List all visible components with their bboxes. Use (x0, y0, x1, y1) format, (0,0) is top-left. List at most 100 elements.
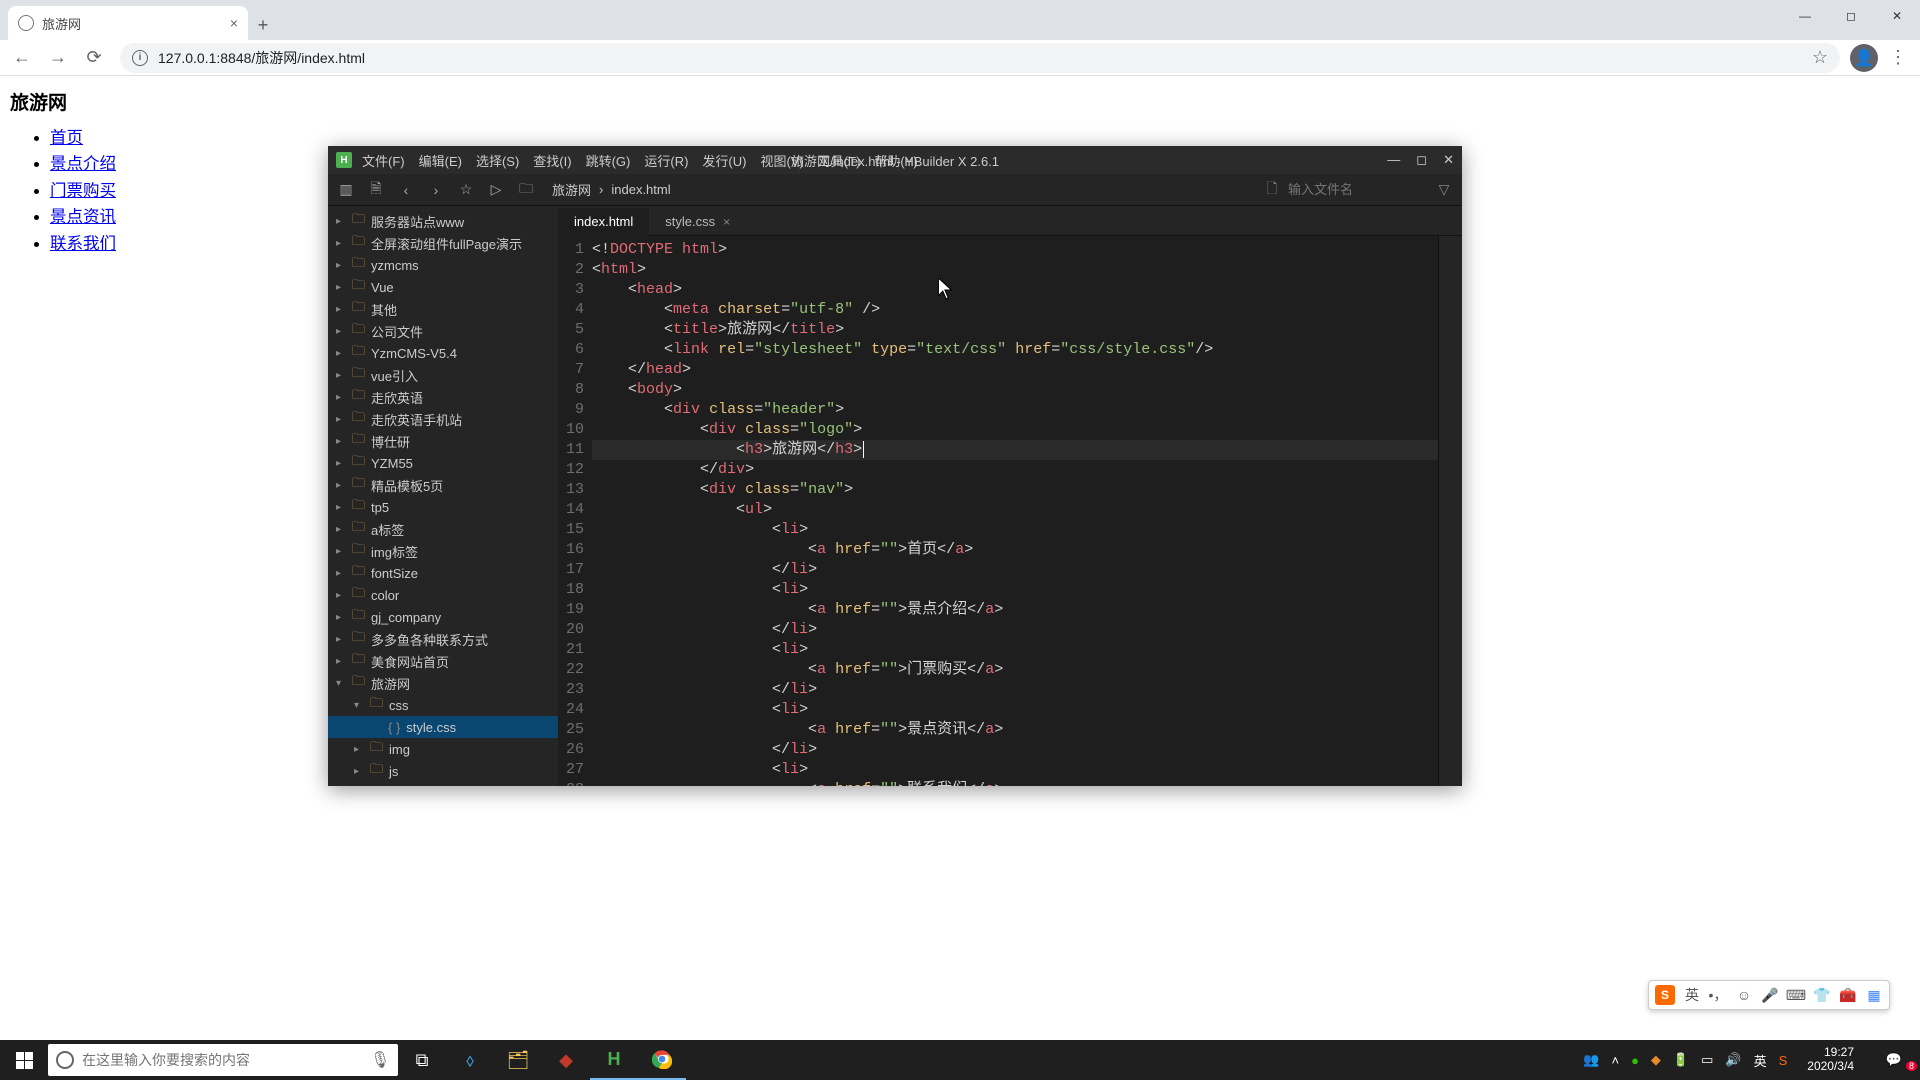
file-tree[interactable]: ▸🗀服务器站点www▸🗀全屏滚动组件fullPage演示▸🗀yzmcms▸🗀Vu… (328, 206, 558, 786)
ime-skin-icon[interactable]: 👕 (1813, 987, 1831, 1004)
tree-row[interactable]: ▸🗀其他 (328, 298, 558, 320)
sogou-tray-icon[interactable]: S (1779, 1053, 1788, 1068)
page-nav-link[interactable]: 首页 (50, 129, 83, 147)
ide-minimize-button[interactable]: — (1387, 152, 1400, 168)
tree-row[interactable]: { }index.html (328, 782, 558, 786)
tree-row[interactable]: ▸🗀博仕研 (328, 430, 558, 452)
ime-emoji-icon[interactable]: ☺ (1735, 987, 1753, 1003)
back-button[interactable]: ← (6, 42, 38, 74)
tree-row[interactable]: ▸🗀精品模板5页 (328, 474, 558, 496)
chrome-app-icon[interactable] (638, 1040, 686, 1080)
wechat-tray-icon[interactable]: ● (1631, 1053, 1639, 1068)
vscode-app-icon[interactable]: ⬨ (446, 1040, 494, 1080)
tree-row[interactable]: ▸🗀服务器站点www (328, 210, 558, 232)
ide-close-button[interactable]: ✕ (1443, 152, 1454, 168)
forward-button[interactable]: → (42, 42, 74, 74)
browser-close-button[interactable]: ✕ (1874, 0, 1920, 32)
tree-row[interactable]: ▸🗀img (328, 738, 558, 760)
browser-maximize-button[interactable]: ◻ (1828, 0, 1874, 32)
ime-menu-icon[interactable]: ▦ (1865, 987, 1883, 1004)
bookmark-star-icon[interactable]: ☆ (1812, 47, 1828, 68)
ide-menu-item[interactable]: 视图(V) (760, 151, 803, 170)
code-content[interactable]: <!DOCTYPE html> <html> <head> <meta char… (592, 236, 1462, 786)
tree-row[interactable]: ▸🗀走欣英语 (328, 386, 558, 408)
new-tab-button[interactable]: + (248, 10, 278, 40)
minimap[interactable] (1438, 236, 1462, 786)
security-tray-icon[interactable]: ◆ (1651, 1052, 1661, 1068)
tree-row[interactable]: ▸🗀fontSize (328, 562, 558, 584)
filter-icon[interactable]: ▽ (1436, 181, 1452, 198)
tab-close-icon[interactable]: × (230, 15, 238, 31)
ide-menu-item[interactable]: 编辑(E) (419, 151, 462, 170)
task-view-button[interactable]: ⧉ (398, 1040, 446, 1080)
ide-menu-item[interactable]: 发行(U) (702, 151, 746, 170)
ime-punct-icon[interactable]: •， (1709, 985, 1727, 1005)
ide-menu-item[interactable]: 工具(T) (818, 151, 861, 170)
taskbar-search-input[interactable] (82, 1052, 362, 1068)
ide-menu-item[interactable]: 运行(R) (644, 151, 688, 170)
browser-tab[interactable]: 旅游网 × (8, 6, 248, 40)
tree-row[interactable]: ▾🗀旅游网 (328, 672, 558, 694)
hbuilder-app-icon[interactable]: H (590, 1040, 638, 1080)
tree-row[interactable]: ▸🗀YZM55 (328, 452, 558, 474)
ime-voice-icon[interactable]: 🎤 (1761, 987, 1779, 1004)
run-icon[interactable]: ▷ (488, 181, 504, 198)
people-icon[interactable]: 👥 (1583, 1052, 1599, 1068)
ime-toolbar[interactable]: S 英 •， ☺ 🎤 ⌨ 👕 🧰 ▦ (1648, 980, 1890, 1010)
mic-icon[interactable]: 🎙 (370, 1050, 390, 1070)
ide-menu-item[interactable]: 选择(S) (476, 151, 519, 170)
tree-row[interactable]: ▸🗀vue引入 (328, 364, 558, 386)
tree-row[interactable]: ▸🗀多多鱼各种联系方式 (328, 628, 558, 650)
ide-menu-item[interactable]: 文件(F) (362, 151, 405, 170)
folder-open-icon[interactable]: 🗀 (518, 178, 534, 202)
code-editor[interactable]: 1234567891011121314151617181920212223242… (558, 236, 1462, 786)
browser-menu-button[interactable]: ⋮ (1882, 47, 1914, 68)
tree-row[interactable]: ▸🗀YzmCMS-V5.4 (328, 342, 558, 364)
tree-row[interactable]: ▸🗀美食网站首页 (328, 650, 558, 672)
action-center-button[interactable]: 💬 (1874, 1052, 1914, 1068)
save-icon[interactable]: 🗎 (368, 178, 384, 202)
tree-row[interactable]: ▸🗀公司文件 (328, 320, 558, 342)
page-nav-link[interactable]: 联系我们 (50, 235, 116, 253)
editor-tab[interactable]: style.css× (649, 208, 746, 235)
tree-row[interactable]: ▸🗀color (328, 584, 558, 606)
page-nav-link[interactable]: 景点介绍 (50, 155, 116, 173)
reload-button[interactable]: ⟳ (78, 42, 110, 74)
tab-close-icon[interactable]: × (723, 215, 730, 229)
tree-row[interactable]: ▸🗀tp5 (328, 496, 558, 518)
battery-icon[interactable]: 🔋 (1673, 1052, 1689, 1068)
tree-row[interactable]: ▸🗀img标签 (328, 540, 558, 562)
ide-menu-item[interactable]: 查找(I) (533, 151, 571, 170)
tree-row[interactable]: ▸🗀gj_company (328, 606, 558, 628)
file-search-input[interactable] (1288, 182, 1408, 197)
start-button[interactable] (0, 1040, 48, 1080)
taskbar-search[interactable]: 🎙 (48, 1044, 398, 1076)
ide-menu-item[interactable]: 跳转(G) (586, 151, 631, 170)
page-nav-link[interactable]: 门票购买 (50, 182, 116, 200)
page-nav-link[interactable]: 景点资讯 (50, 208, 116, 226)
tree-row[interactable]: ▸🗀全屏滚动组件fullPage演示 (328, 232, 558, 254)
browser-minimize-button[interactable]: — (1782, 0, 1828, 32)
ime-keyboard-icon[interactable]: ⌨ (1787, 987, 1805, 1004)
new-file-icon[interactable]: 🗋 (1264, 178, 1280, 202)
file-explorer-icon[interactable]: 🗂 (494, 1040, 542, 1080)
tree-row[interactable]: { }style.css (328, 716, 558, 738)
editor-tab[interactable]: index.html (558, 208, 649, 236)
tree-row[interactable]: ▸🗀a标签 (328, 518, 558, 540)
tree-row[interactable]: ▸🗀Vue (328, 276, 558, 298)
profile-avatar[interactable]: 👤 (1850, 44, 1878, 72)
taskbar-clock[interactable]: 19:27 2020/3/4 (1799, 1046, 1862, 1074)
nav-back-icon[interactable]: ‹ (398, 182, 414, 198)
network-icon[interactable]: ▭ (1701, 1052, 1713, 1068)
breadcrumb-file[interactable]: index.html (611, 182, 670, 197)
nav-forward-icon[interactable]: › (428, 182, 444, 198)
tree-row[interactable]: ▸🗀yzmcms (328, 254, 558, 276)
ide-maximize-button[interactable]: ◻ (1416, 152, 1427, 168)
tray-chevron-up-icon[interactable]: ˄ (1611, 1053, 1619, 1068)
tree-row[interactable]: ▸🗀走欣英语手机站 (328, 408, 558, 430)
address-bar[interactable]: i 127.0.0.1:8848/旅游网/index.html ☆ (120, 43, 1840, 73)
ime-toolbox-icon[interactable]: 🧰 (1839, 987, 1857, 1004)
favorite-icon[interactable]: ☆ (458, 181, 474, 198)
breadcrumb-project[interactable]: 旅游网 (552, 180, 591, 199)
toggle-panel-icon[interactable]: ▥ (338, 181, 354, 198)
